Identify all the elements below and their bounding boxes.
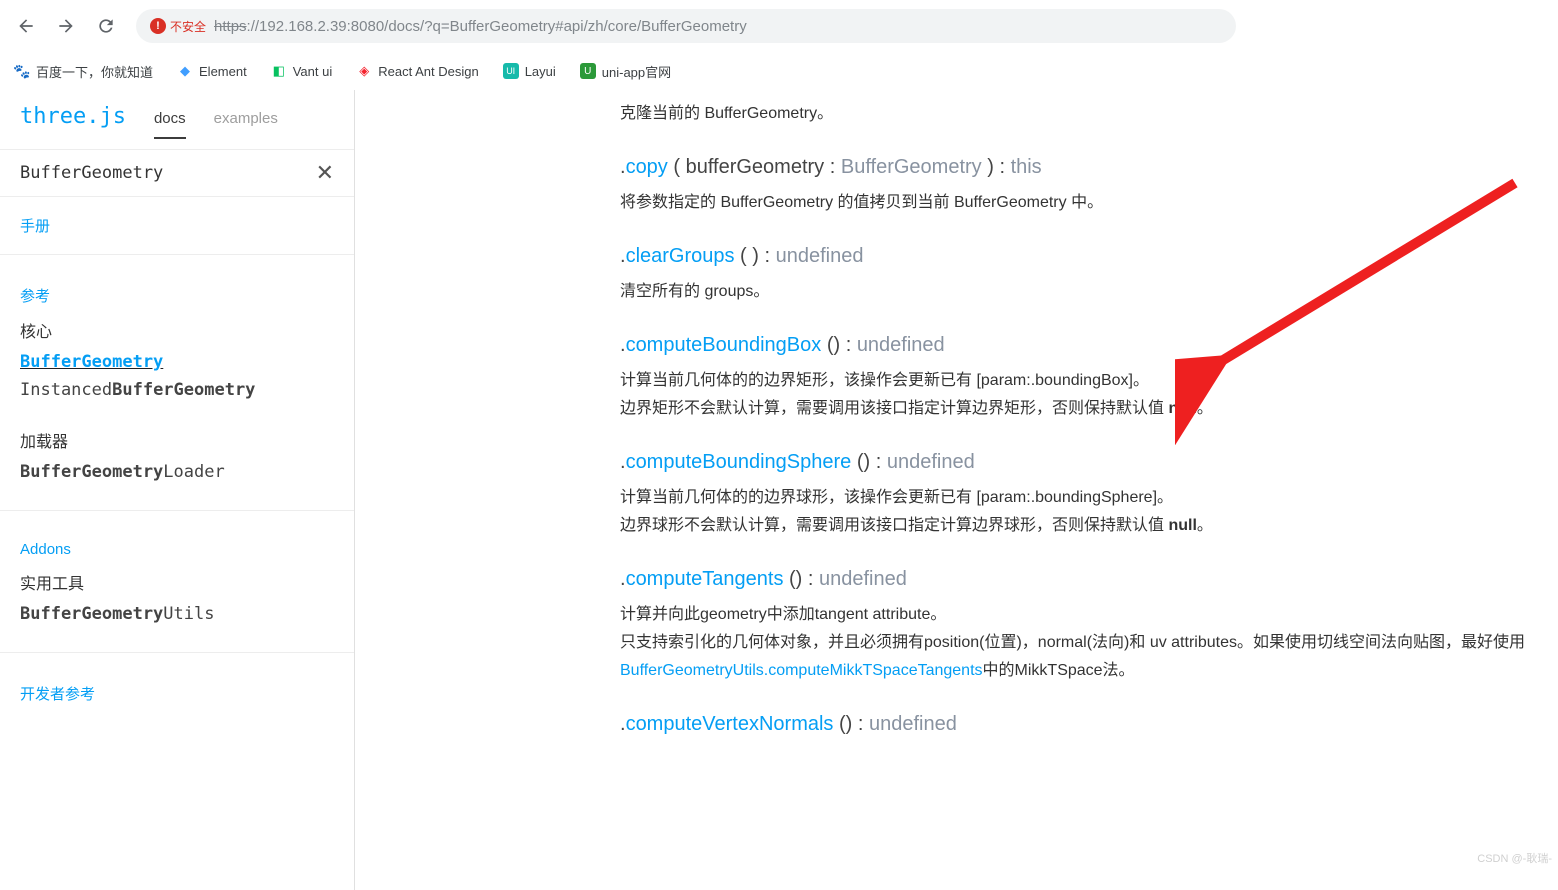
browser-toolbar: ! 不安全 https://192.168.2.39:8080/docs/?q=…	[0, 0, 1558, 52]
reload-button[interactable]	[88, 8, 124, 44]
method-clone-desc: 克隆当前的 BufferGeometry。	[620, 100, 1558, 128]
address-bar[interactable]: ! 不安全 https://192.168.2.39:8080/docs/?q=…	[136, 9, 1236, 43]
method-cleargroups-desc: 清空所有的 groups。	[620, 278, 1558, 306]
method-computevertexnormals: .computeVertexNormals () : undefined	[620, 713, 1558, 736]
bookmark-vant[interactable]: ◧Vant ui	[271, 63, 333, 79]
method-copy-desc: 将参数指定的 BufferGeometry 的值拷贝到当前 BufferGeom…	[620, 189, 1558, 217]
sidebar-item-instanced[interactable]: InstancedBufferGeometry	[0, 376, 354, 404]
link-mikktspace[interactable]: BufferGeometryUtils.computeMikkTSpaceTan…	[620, 662, 983, 679]
sidebar-item-buffergeometry[interactable]: BufferGeometry	[0, 348, 354, 376]
sidebar-cat-core: 核心	[0, 312, 354, 348]
method-computetangents-desc: 计算并向此geometry中添加tangent attribute。只支持索引化…	[620, 601, 1558, 685]
forward-button[interactable]	[48, 8, 84, 44]
sidebar-cat-util: 实用工具	[0, 564, 354, 600]
sidebar-item-utils[interactable]: BufferGeometryUtils	[0, 600, 354, 628]
bookmark-uniapp[interactable]: Uuni-app官网	[580, 62, 671, 81]
uniapp-icon: U	[580, 63, 596, 79]
insecure-label: 不安全	[170, 18, 206, 35]
search-input[interactable]	[20, 163, 316, 183]
logo[interactable]: three.js	[20, 104, 126, 129]
sidebar-link-manual[interactable]: 手册	[0, 197, 354, 242]
antd-icon: ◈	[356, 63, 372, 79]
sidebar: three.js docs examples ✕ 手册 参考 核心 Buffer…	[0, 90, 355, 890]
bookmark-baidu[interactable]: 🐾百度一下，你就知道	[14, 62, 153, 81]
sidebar-link-addons[interactable]: Addons	[0, 523, 354, 564]
tab-docs[interactable]: docs	[154, 104, 186, 139]
method-computeboundingsphere: .computeBoundingSphere () : undefined	[620, 451, 1558, 474]
bookmark-layui[interactable]: UILayui	[503, 63, 556, 79]
bookmark-element[interactable]: ◆Element	[177, 63, 247, 79]
url-text: https://192.168.2.39:8080/docs/?q=Buffer…	[214, 18, 747, 35]
layui-icon: UI	[503, 63, 519, 79]
clear-search-icon[interactable]: ✕	[316, 160, 334, 186]
back-button[interactable]	[8, 8, 44, 44]
bookmarks-bar: 🐾百度一下，你就知道 ◆Element ◧Vant ui ◈React Ant …	[0, 52, 1558, 90]
element-icon: ◆	[177, 63, 193, 79]
method-computeboundingbox-desc: 计算当前几何体的的边界矩形，该操作会更新已有 [param:.boundingB…	[620, 367, 1558, 423]
sidebar-link-reference[interactable]: 参考	[0, 267, 354, 312]
watermark: CSDN @-耿瑞-	[1477, 850, 1552, 866]
bookmark-antd[interactable]: ◈React Ant Design	[356, 63, 478, 79]
method-computeboundingbox: .computeBoundingBox () : undefined	[620, 334, 1558, 357]
method-cleargroups: .clearGroups ( ) : undefined	[620, 245, 1558, 268]
doc-content: 克隆当前的 BufferGeometry。 .copy ( bufferGeom…	[355, 90, 1558, 890]
sidebar-cat-loader: 加载器	[0, 422, 354, 458]
vant-icon: ◧	[271, 63, 287, 79]
sidebar-item-loader[interactable]: BufferGeometryLoader	[0, 458, 354, 486]
insecure-badge: ! 不安全	[150, 18, 206, 35]
paw-icon: 🐾	[14, 63, 30, 79]
method-computeboundingsphere-desc: 计算当前几何体的的边界球形，该操作会更新已有 [param:.boundingS…	[620, 484, 1558, 540]
tab-examples[interactable]: examples	[214, 104, 278, 139]
method-computetangents: .computeTangents () : undefined	[620, 568, 1558, 591]
sidebar-link-dev[interactable]: 开发者参考	[0, 665, 354, 710]
method-copy: .copy ( bufferGeometry : BufferGeometry …	[620, 156, 1558, 179]
warning-icon: !	[150, 18, 166, 34]
